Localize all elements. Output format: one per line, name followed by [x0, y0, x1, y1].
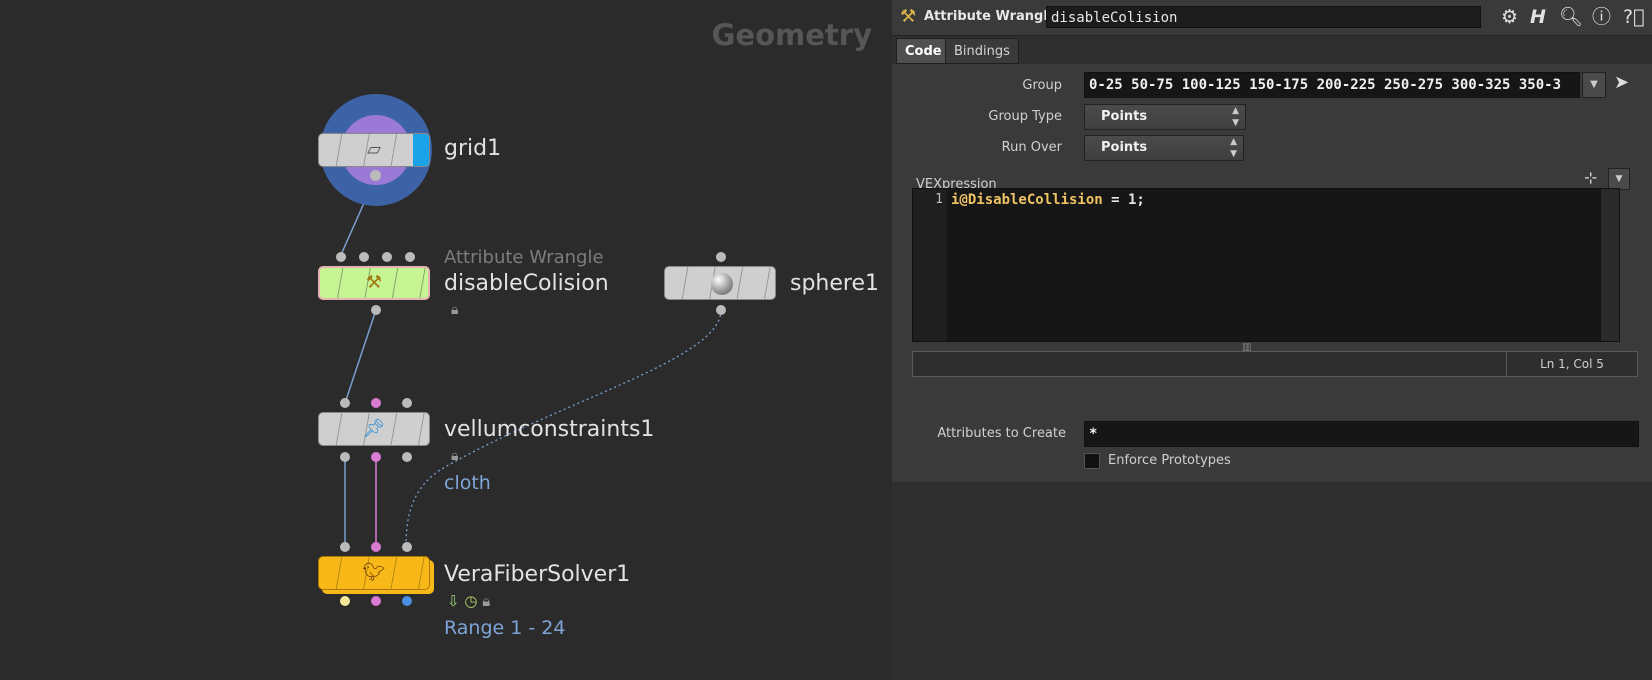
gear-icon[interactable]: ⚙ — [1501, 6, 1518, 28]
snippet-dropdown-button[interactable]: ▼ — [1608, 168, 1630, 190]
display-flag[interactable] — [413, 134, 429, 166]
sphere-output-dot[interactable] — [716, 305, 726, 315]
grid-icon: ▱ — [367, 139, 381, 160]
output-dot[interactable] — [402, 596, 412, 606]
editor-scrollbar[interactable] — [1601, 189, 1619, 341]
group-label: Group — [1022, 78, 1062, 93]
grid-output-dot[interactable] — [370, 170, 381, 181]
grid-node-name: grid1 — [444, 136, 502, 161]
node-type-label: Attribute Wrangle — [924, 9, 1057, 24]
sphere-icon — [711, 273, 733, 295]
wire-wrangle-vellum — [344, 309, 377, 404]
line-gutter: 1 — [913, 189, 947, 341]
group-type-label: Group Type — [988, 109, 1062, 124]
sphere-node-name: sphere1 — [790, 271, 879, 296]
input-dot[interactable] — [340, 398, 350, 408]
parameter-panel: ⚒ Attribute Wrangle disableColision ⚙ H … — [892, 0, 1652, 680]
group-dropdown-button[interactable]: ▼ — [1582, 72, 1606, 98]
code-rest: = 1; — [1102, 192, 1145, 208]
panel-header: ⚒ Attribute Wrangle disableColision ⚙ H … — [892, 0, 1652, 36]
input-dot[interactable] — [382, 252, 392, 262]
tab-bindings[interactable]: Bindings — [945, 38, 1019, 64]
help-icon[interactable]: ?⃝ — [1623, 6, 1645, 28]
snippet-menu-icon[interactable]: ⊹ — [1584, 168, 1597, 187]
output-dot[interactable] — [340, 452, 350, 462]
wrangle-node[interactable]: ⚒ — [318, 266, 430, 300]
attributes-field[interactable]: * — [1084, 421, 1639, 447]
cursor-position: Ln 1, Col 5 — [1506, 352, 1637, 376]
wrangle-icon: ⚒ — [365, 272, 383, 293]
code-line[interactable]: i@DisableCollision = 1; — [951, 192, 1145, 208]
pin-icon: 📌︎ — [362, 418, 386, 439]
solver-node[interactable]: 🐦︎ — [318, 556, 430, 590]
badge-icons: ⇩ ◷ 🔒︎ — [447, 592, 490, 610]
line-number: 1 — [935, 192, 943, 207]
updown-icon: ▲ ▼ — [1232, 106, 1239, 128]
info-icon[interactable]: ⓘ — [1592, 6, 1611, 28]
input-dot[interactable] — [716, 252, 726, 262]
parameter-body: Group 0-25 50-75 100-125 150-175 200-225… — [892, 64, 1652, 482]
updown-icon: ▲ ▼ — [1230, 137, 1237, 159]
run-over-menu[interactable]: Points ▲ ▼ — [1084, 135, 1244, 161]
attributes-label: Attributes to Create — [937, 426, 1066, 441]
lock-icon: 🔒︎ — [451, 448, 459, 464]
grid-node[interactable]: ▱ — [318, 133, 430, 167]
lock-icon: 🔒︎ — [482, 592, 491, 610]
code-editor[interactable]: 1 i@DisableCollision = 1; — [912, 188, 1620, 342]
tab-bar: Code Bindings — [892, 36, 1652, 64]
input-dot[interactable] — [336, 252, 346, 262]
enforce-prototypes-checkbox[interactable] — [1084, 453, 1100, 469]
editor-status-bar: Ln 1, Col 5 — [912, 351, 1638, 377]
tab-code[interactable]: Code — [896, 38, 951, 64]
wrangle-node-name: disableColision — [444, 271, 609, 296]
solver-node-name: VeraFiberSolver1 — [444, 562, 631, 587]
group-type-value: Points — [1101, 109, 1148, 124]
output-dot[interactable] — [371, 596, 381, 606]
vellum-node[interactable]: 📌︎ — [318, 412, 430, 446]
input-dot[interactable] — [405, 252, 415, 262]
group-field[interactable]: 0-25 50-75 100-125 150-175 200-225 250-2… — [1084, 72, 1580, 98]
download-icon: ⇩ — [447, 592, 460, 610]
arrow-select-icon[interactable]: ➤ — [1614, 72, 1629, 93]
wrangle-node-type: Attribute Wrangle — [444, 247, 604, 268]
node-name-field[interactable]: disableColision — [1046, 6, 1481, 28]
vellum-node-name: vellumconstraints1 — [444, 417, 655, 442]
input-dot[interactable] — [402, 398, 412, 408]
wrangle-output-dot[interactable] — [371, 305, 381, 315]
wrangle-type-icon: ⚒ — [900, 6, 917, 27]
output-dot[interactable] — [340, 596, 350, 606]
enforce-prototypes-label: Enforce Prototypes — [1108, 453, 1231, 468]
input-dot[interactable] — [371, 398, 381, 408]
lock-icon: 🔒︎ — [451, 302, 459, 318]
input-dot[interactable] — [371, 542, 381, 552]
bird-icon: 🐦︎ — [362, 562, 386, 583]
sphere-node[interactable] — [664, 266, 776, 300]
input-dot[interactable] — [402, 542, 412, 552]
code-attribute: i@DisableCollision — [951, 192, 1103, 208]
group-type-menu[interactable]: Points ▲ ▼ — [1084, 104, 1246, 130]
input-dot[interactable] — [359, 252, 369, 262]
input-dot[interactable] — [340, 542, 350, 552]
run-over-label: Run Over — [1001, 140, 1062, 155]
network-view[interactable]: Geometry ▱ grid1 ⚒ Attribute Wrangle dis… — [0, 0, 892, 680]
run-over-value: Points — [1101, 140, 1148, 155]
clock-icon: ◷ — [464, 592, 478, 610]
output-dot[interactable] — [371, 452, 381, 462]
vellum-output-label: cloth — [444, 472, 491, 494]
output-dot[interactable] — [402, 452, 412, 462]
search-icon[interactable]: 🔍︎ — [1559, 6, 1583, 28]
help-h-icon[interactable]: H — [1530, 6, 1546, 28]
solver-range-label: Range 1 - 24 — [444, 617, 566, 639]
